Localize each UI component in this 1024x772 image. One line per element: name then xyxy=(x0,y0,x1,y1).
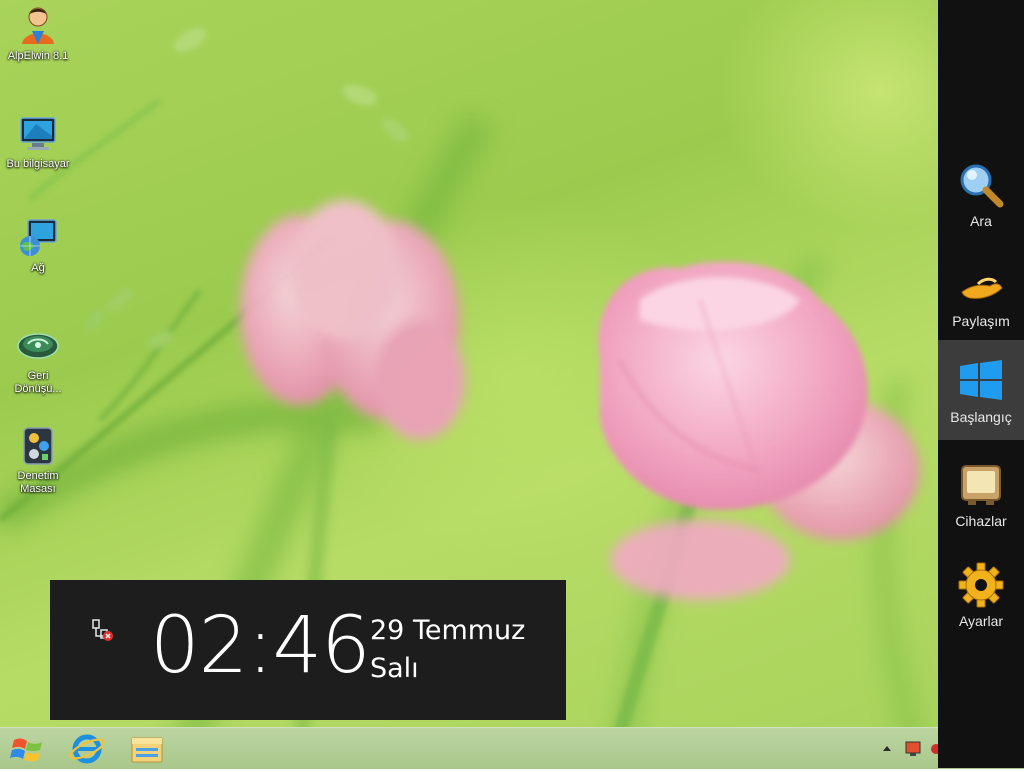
desktop-icon-label: Ağ xyxy=(31,262,45,274)
charm-devices[interactable]: Cihazlar xyxy=(938,448,1024,548)
control-panel-icon xyxy=(16,424,60,468)
action-center-icon[interactable] xyxy=(904,740,922,758)
computer-monitor-icon xyxy=(16,112,60,156)
charm-label: Cihazlar xyxy=(955,513,1007,529)
charm-label: Paylaşım xyxy=(952,313,1010,329)
taskbar-internet-explorer[interactable] xyxy=(62,730,112,768)
internet-explorer-icon xyxy=(69,734,105,764)
recycle-bin-icon xyxy=(16,324,60,368)
desktop-icon-control-panel[interactable]: Denetim Masası xyxy=(0,424,76,496)
desktop-icon-this-pc[interactable]: Bu bilgisayar xyxy=(0,112,76,171)
start-orb-icon xyxy=(10,738,42,762)
clock-time: 02:46 xyxy=(150,601,371,691)
charm-label: Ara xyxy=(970,213,992,229)
windows-start-icon xyxy=(956,356,1006,406)
desktop-icon-label: Bu bilgisayar xyxy=(6,158,70,170)
network-tray-icon[interactable] xyxy=(926,740,941,758)
desktop-icon-label: AlpElwin 8.1 xyxy=(7,50,69,62)
charm-share[interactable]: Paylaşım xyxy=(938,248,1024,348)
charm-settings[interactable]: Ayarlar xyxy=(938,548,1024,648)
start-button[interactable] xyxy=(2,730,52,768)
network-disconnected-icon xyxy=(90,618,116,648)
charm-label: Başlangıç xyxy=(950,409,1012,425)
clock-date: 29 Temmuz xyxy=(370,615,526,646)
file-explorer-icon xyxy=(131,737,163,763)
desktop-icon-alpelwin[interactable]: AlpElwin 8.1 xyxy=(0,4,76,63)
clock-weekday: Salı xyxy=(370,653,419,684)
desktop-icon-label: Geri Dönüşü... xyxy=(14,370,62,395)
devices-icon xyxy=(956,460,1006,510)
network-globe-icon xyxy=(16,216,60,260)
taskbar-file-explorer[interactable] xyxy=(122,730,172,768)
user-avatar-icon xyxy=(16,4,60,48)
settings-gear-icon xyxy=(956,560,1006,610)
search-icon xyxy=(956,160,1006,210)
show-hidden-icons-chevron[interactable] xyxy=(880,738,894,758)
charm-label: Ayarlar xyxy=(958,613,1004,629)
share-icon xyxy=(956,260,1006,310)
desktop-icon-label: Denetim Masası xyxy=(17,470,59,495)
charm-search[interactable]: Ara xyxy=(938,148,1024,248)
desktop-icon-network[interactable]: Ağ xyxy=(0,216,76,275)
charm-start[interactable]: Başlangıç xyxy=(938,340,1024,440)
desktop-icon-recycle-bin[interactable]: Geri Dönüşü... xyxy=(0,324,76,396)
